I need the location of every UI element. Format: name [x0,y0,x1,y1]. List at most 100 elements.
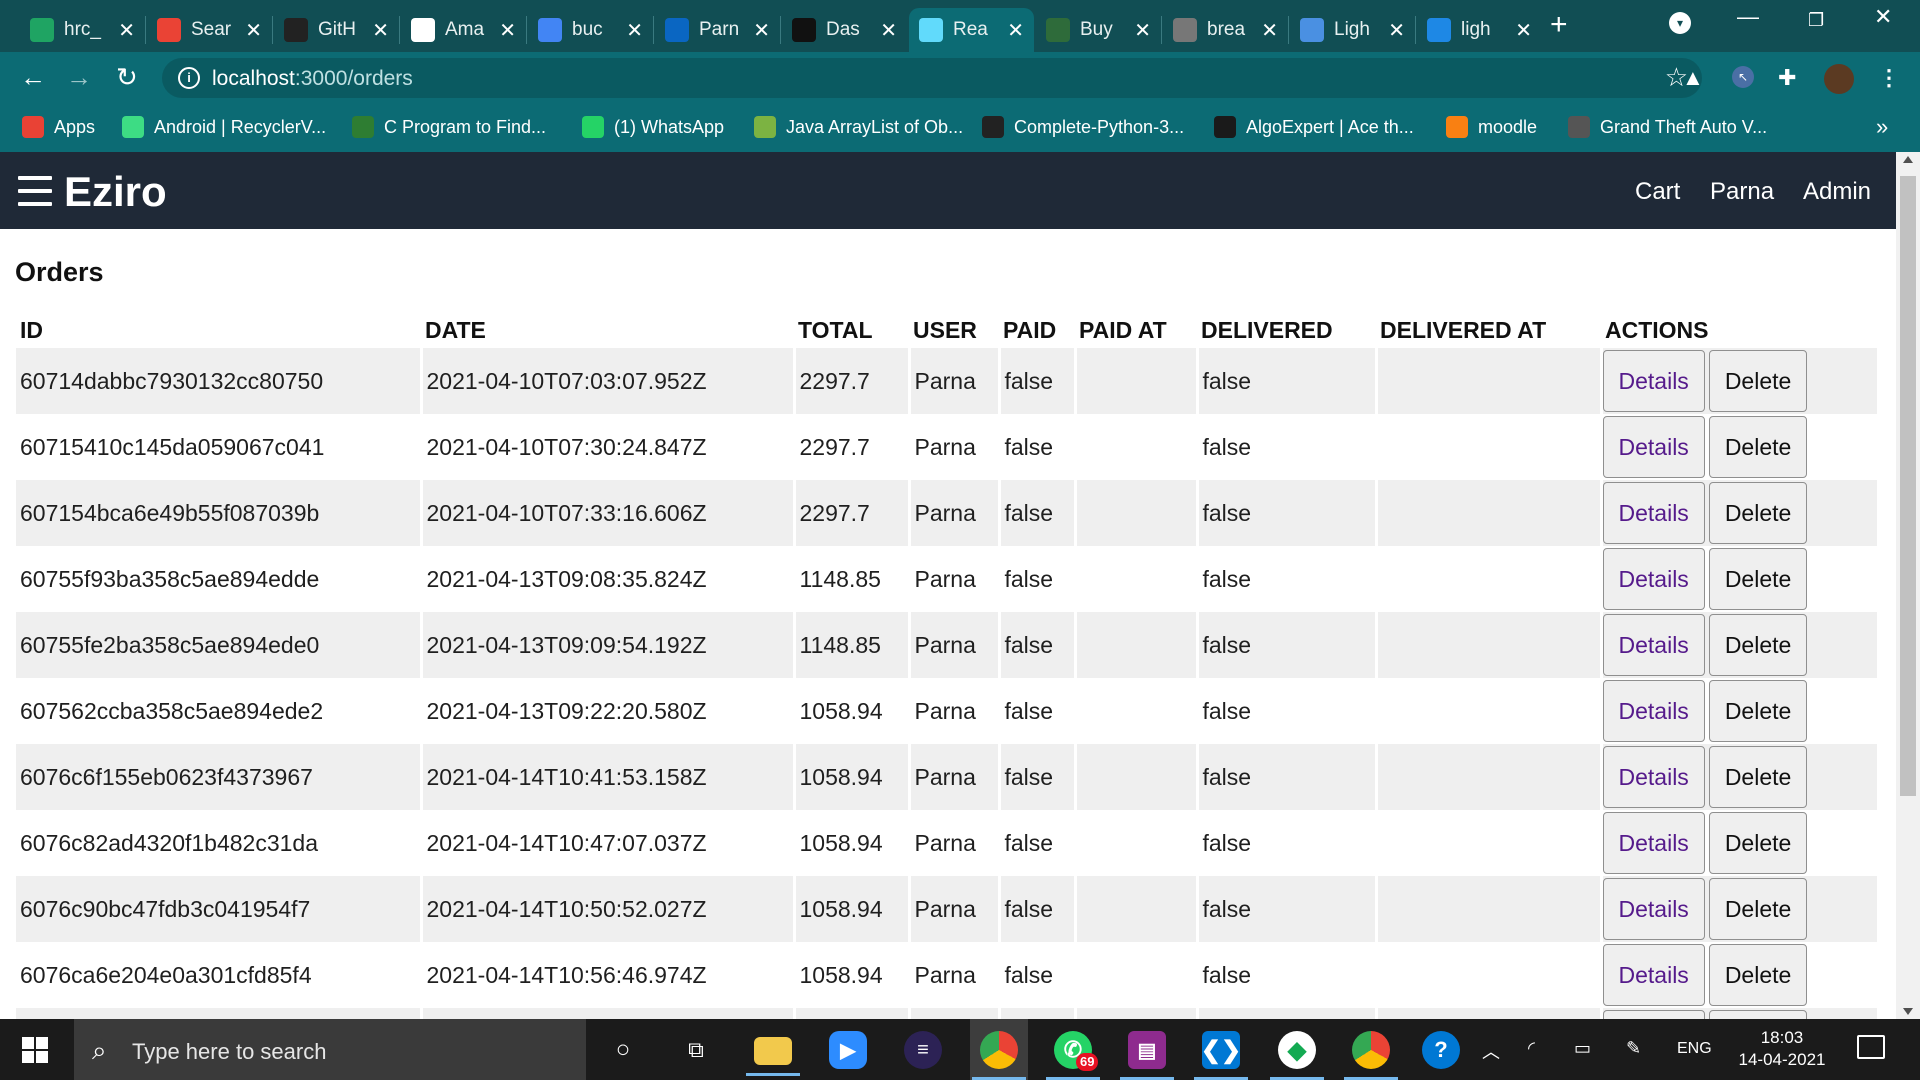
back-icon[interactable]: ← [20,62,46,92]
close-window-icon[interactable]: ✕ [1874,4,1892,30]
delete-button[interactable]: Delete [1708,614,1808,676]
details-button[interactable]: Details [1602,746,1705,808]
details-button[interactable]: Details [1602,944,1705,1006]
close-tab-icon[interactable]: ✕ [1134,18,1151,43]
address-bar[interactable]: i localhost:3000/orders ☆ [162,58,1702,98]
browser-tab[interactable]: Sear ✕ [147,8,272,52]
wifi-icon[interactable]: ◜ [1528,1038,1535,1059]
help-icon[interactable]: ? [1422,1031,1460,1069]
scrollbar-thumb[interactable] [1900,176,1916,796]
nav-cart-link[interactable]: Cart [1635,178,1680,206]
chrome-profile-icon[interactable] [1344,1031,1398,1080]
browser-tab[interactable]: ligh ✕ [1417,8,1542,52]
extension-cursor-icon[interactable]: ↖ [1732,66,1754,88]
minimize-icon[interactable]: — [1737,4,1759,30]
zoom-icon[interactable]: ▶ [829,1031,867,1069]
details-button[interactable]: Details [1602,614,1705,676]
bookmark-item[interactable]: Android | RecyclerV... [122,116,326,138]
delete-button[interactable]: Delete [1708,416,1808,478]
details-button[interactable]: Details [1602,680,1705,742]
windows-start-icon[interactable] [22,1037,48,1063]
pen-icon[interactable]: ✎ [1626,1038,1641,1059]
close-tab-icon[interactable]: ✕ [1007,18,1024,43]
details-button[interactable]: Details [1602,1010,1705,1019]
close-tab-icon[interactable]: ✕ [245,18,262,43]
close-tab-icon[interactable]: ✕ [753,18,770,43]
close-tab-icon[interactable]: ✕ [372,18,389,43]
close-tab-icon[interactable]: ✕ [499,18,516,43]
details-button[interactable]: Details [1602,812,1705,874]
details-button[interactable]: Details [1602,482,1705,544]
delete-button[interactable]: Delete [1708,746,1808,808]
browser-tab[interactable]: Parn ✕ [655,8,780,52]
language-indicator[interactable]: ENG [1677,1040,1712,1058]
bookmark-item[interactable]: Java ArrayList of Ob... [754,116,963,138]
close-tab-icon[interactable]: ✕ [1261,18,1278,43]
browser-tab[interactable]: brea ✕ [1163,8,1288,52]
browser-tab[interactable]: GitH ✕ [274,8,399,52]
close-tab-icon[interactable]: ✕ [1388,18,1405,43]
browser-tab[interactable]: Das ✕ [782,8,907,52]
browser-tab[interactable]: Rea ✕ [909,8,1034,52]
browser-tab[interactable]: buc ✕ [528,8,653,52]
chrome-icon[interactable] [972,1031,1026,1080]
task-view-icon[interactable]: ⧉ [677,1031,715,1069]
bookmark-item[interactable]: Apps [22,116,95,138]
scroll-down-arrow-icon[interactable] [1903,1008,1913,1015]
scroll-up-arrow-icon[interactable] [1903,156,1913,163]
details-button[interactable]: Details [1602,548,1705,610]
delete-button[interactable]: Delete [1708,482,1808,544]
notifications-icon[interactable] [1857,1035,1885,1059]
vscode-icon[interactable]: ❮❯ [1194,1031,1248,1080]
nav-admin-link[interactable]: Admin [1803,178,1871,206]
details-button[interactable]: Details [1602,416,1705,478]
browser-tab[interactable]: Ama ✕ [401,8,526,52]
url-text[interactable]: localhost:3000/orders [212,67,413,91]
close-tab-icon[interactable]: ✕ [1515,18,1532,43]
extension-triangle-icon[interactable]: ▲ [1682,66,1704,90]
profile-avatar[interactable] [1824,64,1854,94]
browser-tab[interactable]: Buy ✕ [1036,8,1161,52]
delete-button[interactable]: Delete [1708,680,1808,742]
forward-icon[interactable]: → [66,62,92,92]
bookmark-item[interactable]: (1) WhatsApp [582,116,724,138]
brand-logo[interactable]: Eziro [64,168,167,216]
delete-button[interactable]: Delete [1708,548,1808,610]
bookmark-item[interactable]: Grand Theft Auto V... [1568,116,1767,138]
whatsapp-icon[interactable]: ✆ 69 [1046,1031,1100,1080]
bookmark-item[interactable]: AlgoExpert | Ace th... [1214,116,1414,138]
bookmark-item[interactable]: C Program to Find... [352,116,546,138]
bookmark-item[interactable]: Complete-Python-3... [982,116,1184,138]
delete-button[interactable]: Delete [1708,812,1808,874]
browser-tab[interactable]: hrc_ ✕ [20,8,145,52]
delete-button[interactable]: Delete [1708,878,1808,940]
more-bookmarks-icon[interactable]: » [1876,114,1888,140]
delete-button[interactable]: Delete [1708,350,1808,412]
close-tab-icon[interactable]: ✕ [880,18,897,43]
taskbar-search-box[interactable]: ⌕ Type here to search [74,1019,586,1080]
site-info-icon[interactable]: i [178,67,200,89]
reload-icon[interactable]: ↻ [116,62,138,92]
battery-icon[interactable]: ▭ [1574,1038,1591,1059]
hamburger-menu-icon[interactable] [18,176,52,206]
browser-tab[interactable]: Ligh ✕ [1290,8,1415,52]
eclipse-icon[interactable]: ≡ [904,1031,942,1069]
cortana-icon[interactable]: ○ [604,1031,642,1069]
winrar-icon[interactable]: ▤ [1120,1031,1174,1080]
tab-search-icon[interactable]: ▾ [1669,12,1691,34]
details-button[interactable]: Details [1602,350,1705,412]
delete-button[interactable]: Delete [1708,1010,1808,1019]
close-tab-icon[interactable]: ✕ [626,18,643,43]
new-tab-button[interactable]: + [1550,10,1568,40]
page-scrollbar[interactable] [1896,152,1920,1019]
details-button[interactable]: Details [1602,878,1705,940]
taskbar-clock[interactable]: 18:03 14-04-2021 [1736,1027,1828,1071]
show-hidden-icons-chevron[interactable]: ︿ [1482,1038,1500,1064]
delete-button[interactable]: Delete [1708,944,1808,1006]
browser-menu-icon[interactable]: ⋮ [1878,66,1900,90]
close-tab-icon[interactable]: ✕ [118,18,135,43]
restore-icon[interactable]: ❐ [1808,10,1824,31]
file-explorer-icon[interactable] [746,1037,800,1076]
bookmark-item[interactable]: moodle [1446,116,1537,138]
extensions-puzzle-icon[interactable]: ✚ [1778,66,1796,90]
